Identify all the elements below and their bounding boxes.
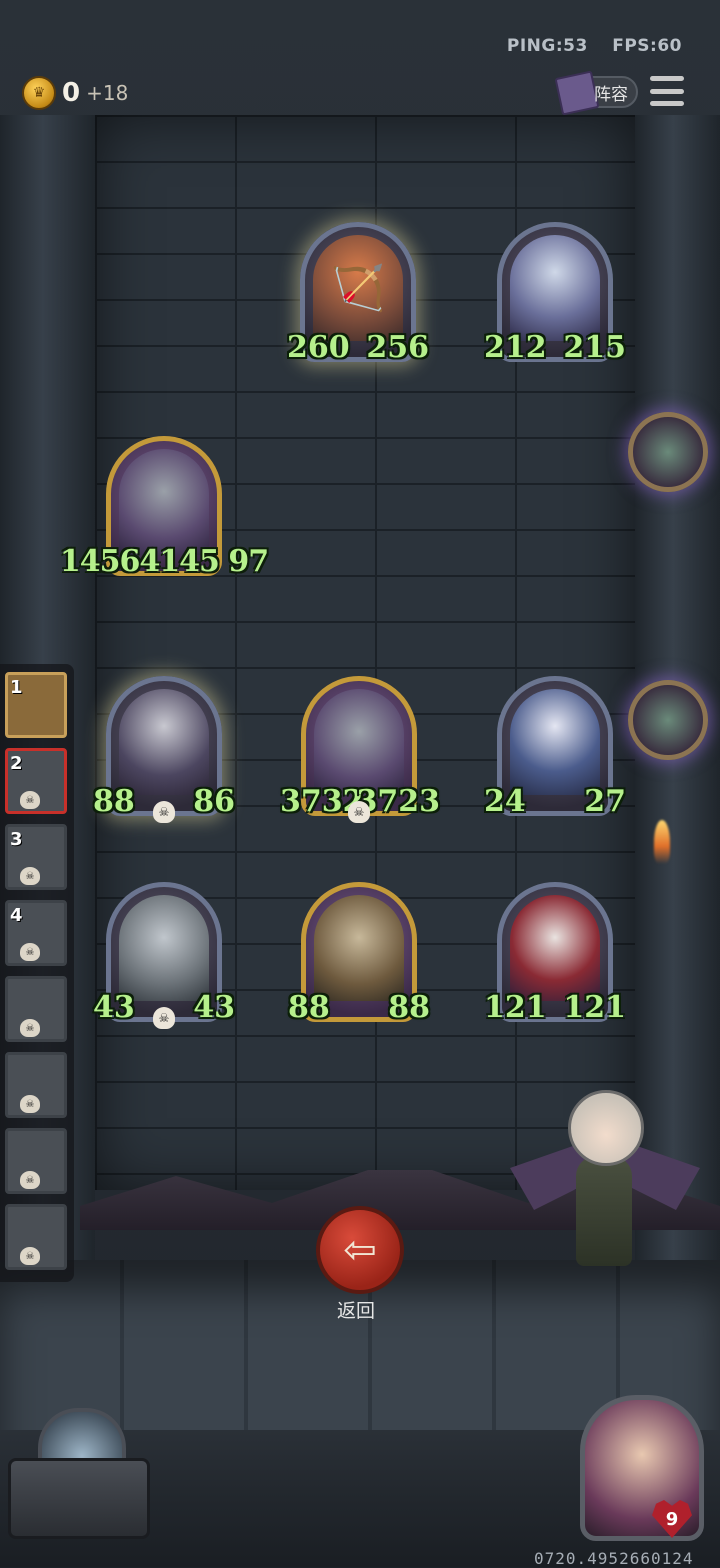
roster-slot[interactable]: 1 [5,672,67,738]
torch-flame-icon [654,820,670,864]
minion-card-shark-mech[interactable]: 14564145 97 [60,436,269,579]
health-value: 27 [584,784,626,819]
attack-value: 212 [484,330,547,365]
health-value: 215 [563,330,626,365]
gold-income: +18 [86,81,129,105]
shark-mech-portrait [314,689,404,795]
roster-slot[interactable]: ☠ [5,976,67,1042]
minion-card-jester-elf[interactable]: 24 27 [484,676,626,819]
back-button[interactable]: ⇦ [316,1206,404,1294]
build-id: 0720.4952660124 [534,1549,694,1568]
roster-slot[interactable]: ☠ [5,1204,67,1270]
attack-value: 121 [484,990,547,1025]
roster-slot[interactable]: 2 ☠ [5,748,67,814]
roster-slot[interactable]: ☠ [5,1128,67,1194]
lineup-label: 阵容 [594,84,628,105]
roster-slot[interactable]: ☠ [5,1052,67,1118]
fps-readout: FPS:60 [612,36,682,56]
minion-card-sorceress[interactable]: 212 215 [484,222,626,365]
skull-icon: ☠ [20,1171,40,1189]
skull-icon: ☠ [20,1247,40,1265]
roster-slot[interactable]: 4 ☠ [5,900,67,966]
skull-icon: ☠ [20,791,40,809]
skull-icon: ☠ [20,1095,40,1113]
attack-value: 24 [484,784,526,819]
minion-card-horned-elf[interactable]: 88 86 ☠ [93,676,235,823]
skull-icon: ☠ [153,1007,175,1029]
network-stats: PING:53 FPS:60 [489,36,682,56]
player-roster: 1 2 ☠ 3 ☠ 4 ☠ ☠ ☠ ☠ ☠ [0,664,74,1282]
shark-mech-portrait [119,449,209,555]
attack-value: 88 [93,784,135,819]
skull-icon: ☠ [153,801,175,823]
roster-rank: 2 [10,753,23,774]
horned-elf-portrait [119,689,209,795]
roster-rank: 4 [10,905,23,926]
treasure-chest-icon [8,1458,150,1539]
menu-icon [650,76,684,81]
minion-card-shark-mech-2[interactable]: 3732 3723 ☠ [280,676,440,823]
pocket-watch-icon[interactable] [628,412,708,492]
robot-portrait [119,895,209,1001]
jester-elf-portrait [510,689,600,795]
gold-value: 0 [62,78,81,108]
lineup-button[interactable]: 阵容 [554,70,638,116]
minion-card-archer[interactable]: 🏹 260 256 [287,222,429,365]
clown-portrait [510,895,600,1001]
crown-coin-icon: ♛ [22,76,56,110]
attack-value: 43 [93,990,135,1025]
pocket-watch-icon[interactable] [628,680,708,760]
arrow-left-icon: ⇦ [343,1227,377,1273]
attack-value: 260 [287,330,350,365]
attack-value: 88 [288,990,330,1025]
skull-icon: ☠ [20,943,40,961]
minion-card-clown[interactable]: 121 121 [484,882,626,1025]
health-value: 88 [388,990,430,1025]
book-icon [554,70,600,116]
skull-icon: ☠ [348,801,370,823]
skull-icon: ☠ [20,1019,40,1037]
minion-card-blimp[interactable]: 88 88 [288,882,430,1025]
player-hero [510,1090,700,1280]
roster-slot[interactable]: 3 ☠ [5,824,67,890]
health-value: 86 [193,784,235,819]
gold-counter: ♛ 0 +18 [22,76,128,110]
opponent-portrait[interactable] [8,1408,150,1539]
roster-rank: 1 [10,677,23,698]
archer-portrait: 🏹 [313,235,403,341]
minion-card-robot[interactable]: 43 43 ☠ [93,882,235,1029]
health-value: 256 [366,330,429,365]
roster-rank: 3 [10,829,23,850]
ping-readout: PING:53 [506,36,588,56]
attack-health-values: 14564145 97 [59,544,269,579]
menu-button[interactable] [650,76,684,106]
blimp-portrait [314,895,404,1001]
health-value: 43 [193,990,235,1025]
back-label: 返回 [336,1300,375,1322]
health-value: 121 [563,990,626,1025]
player-lives: 9 [665,1508,679,1530]
skull-icon: ☠ [20,867,40,885]
sorceress-portrait [510,235,600,341]
